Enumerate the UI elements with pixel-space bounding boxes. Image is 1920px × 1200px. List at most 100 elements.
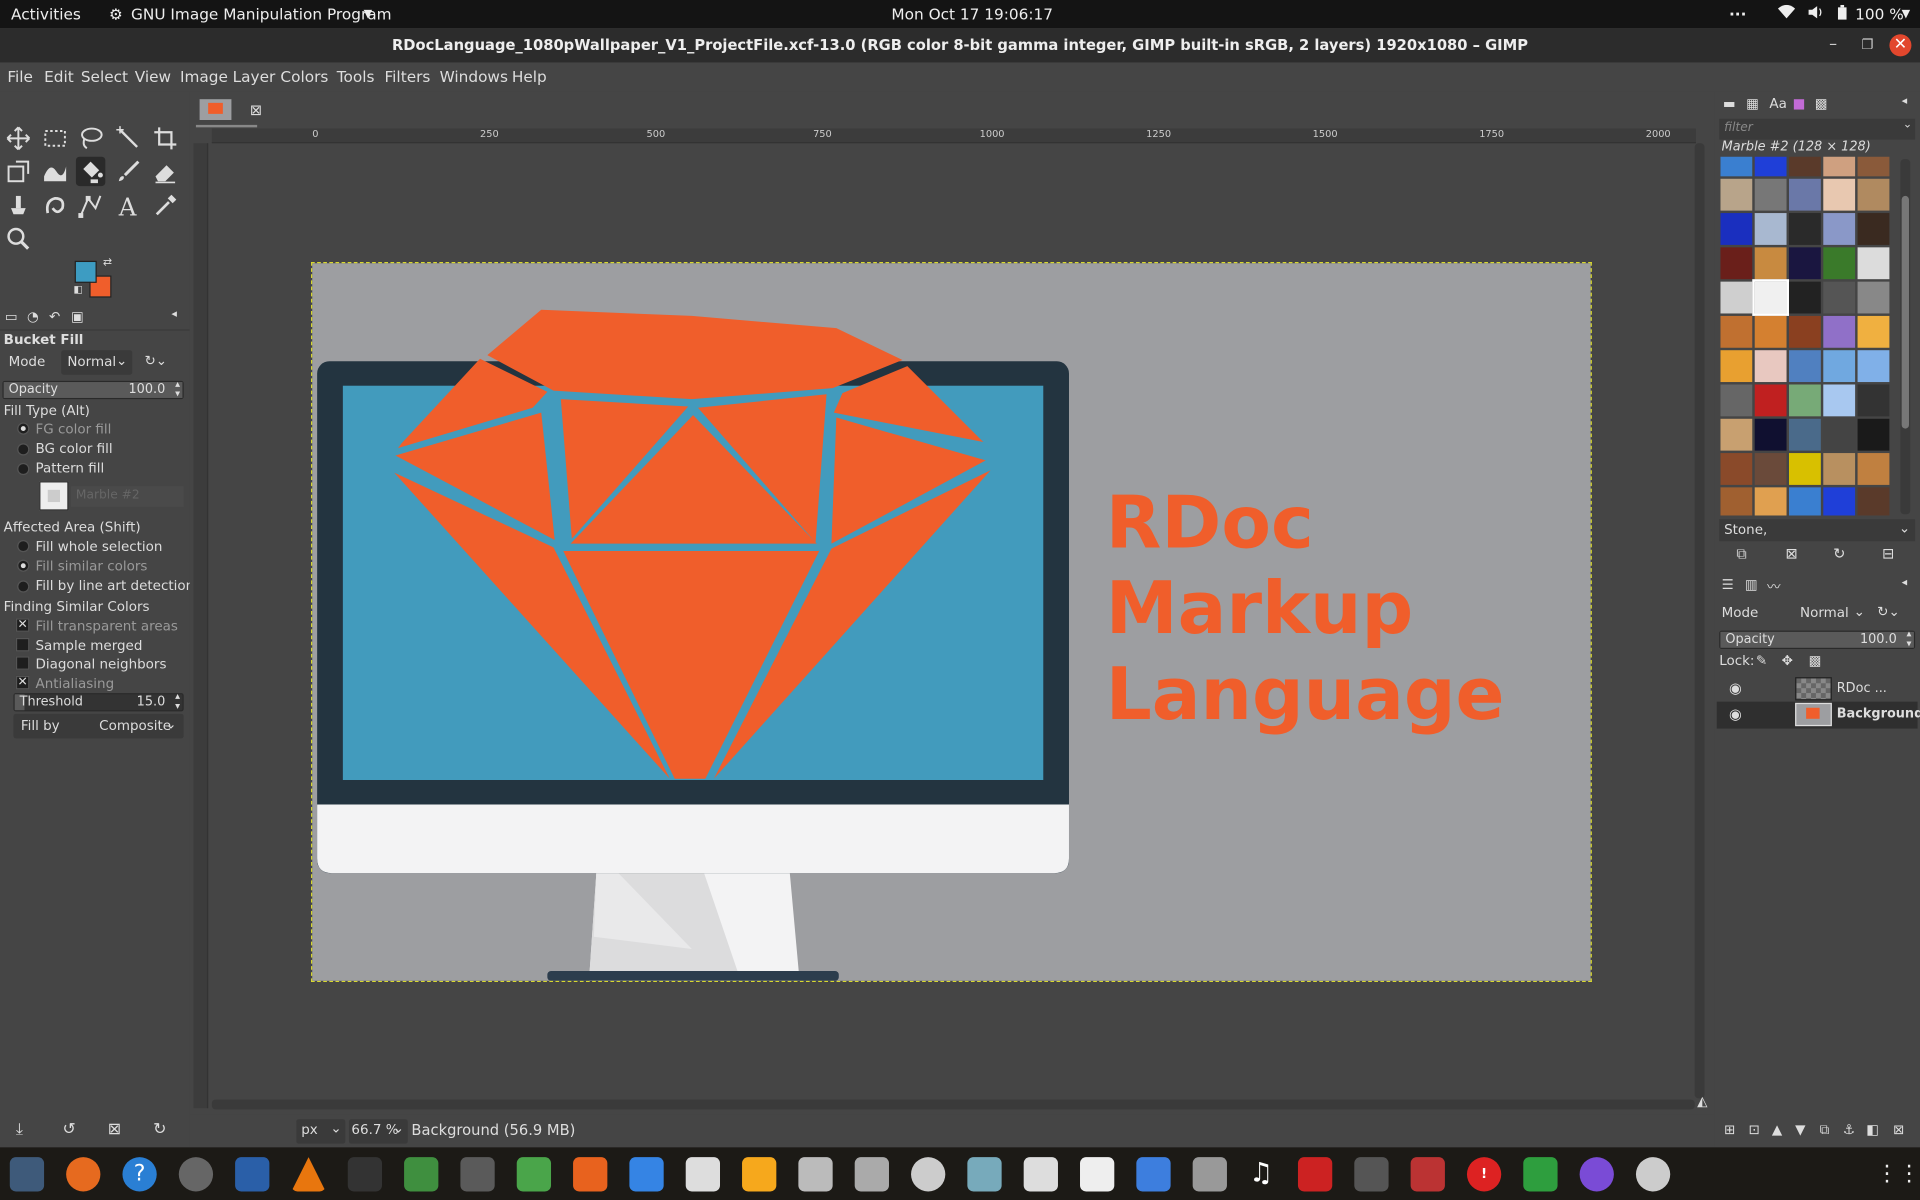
navigate-icon[interactable]: ◭ [1697,1093,1707,1109]
volume-icon[interactable] [1807,5,1824,23]
images-tab-icon[interactable]: ▣ [71,309,84,325]
pattern-swatch[interactable] [1788,453,1821,485]
chevron-down-icon[interactable]: ⌄ [1903,119,1912,131]
pattern-swatch[interactable] [1720,315,1753,348]
channels-tab-icon[interactable]: ▥ [1745,577,1758,593]
pattern-swatch[interactable] [1720,384,1753,417]
graph-icon[interactable] [685,1157,721,1192]
mode-select[interactable]: Normal ⌄ [61,350,133,375]
menu-image[interactable]: Image [180,67,228,85]
default-colors-icon[interactable]: ◧ [73,284,82,295]
fill-transparent-checkbox[interactable]: ✕ [15,618,30,632]
text-editor-icon[interactable] [629,1157,664,1192]
pattern-swatch[interactable] [1857,418,1890,451]
open-pattern-icon[interactable]: ⊟ [1882,545,1894,562]
dock-menu-icon[interactable]: ◂ [171,309,177,321]
menu-help[interactable]: Help [512,67,547,85]
menu-select[interactable]: Select [81,67,128,85]
visibility-eye-icon[interactable]: ◉ [1729,705,1742,722]
swap-colors-icon[interactable]: ⇄ [103,257,112,269]
vim-icon[interactable] [404,1157,439,1192]
dock-menu-icon[interactable]: ◂ [1902,577,1908,589]
reset-options-icon[interactable]: ↻ [153,1120,166,1138]
pattern-swatch[interactable] [1720,418,1753,451]
rect-select-tool-icon[interactable] [40,124,69,153]
layer-composite-icon[interactable]: ↻⌄ [1877,604,1900,620]
fg-fill-radio[interactable] [17,422,30,435]
game-icon[interactable] [1410,1157,1445,1192]
screenshot-icon[interactable] [460,1157,495,1192]
clone-tool-icon[interactable] [4,191,33,220]
palettes-tab-icon[interactable]: ▩ [1815,96,1828,112]
help-icon[interactable]: ? [122,1157,157,1192]
app-menu-button[interactable]: GNU Image Manipulation Program [131,5,392,23]
pattern-swatch[interactable] [1788,281,1821,314]
antialiasing-checkbox[interactable]: ✕ [15,675,30,690]
pattern-fill-radio[interactable] [17,462,30,476]
duplicate-layer-icon[interactable]: ⧉ [1820,1122,1830,1139]
pattern-swatch[interactable] [1754,247,1787,280]
menu-colors[interactable]: Colors [280,67,328,85]
pattern-swatch[interactable] [1857,156,1890,177]
paths-tab-icon[interactable]: 〰 [1767,577,1780,597]
pattern-swatch[interactable] [1788,178,1821,211]
delete-layer-icon[interactable]: ⊠ [1893,1122,1904,1138]
pattern-swatch[interactable] [1823,418,1856,451]
archive-icon[interactable] [1192,1157,1227,1192]
pattern-swatch[interactable] [1754,315,1787,348]
pattern-swatch[interactable] [1754,213,1787,245]
pattern-swatch[interactable] [1823,315,1856,348]
crop-tool-icon[interactable] [151,124,180,153]
pattern-swatch[interactable] [1754,350,1787,383]
maximize-icon[interactable]: ❐ [1856,34,1878,56]
zoom-select[interactable]: 66.7 % ⌄ [348,1119,408,1144]
menu-view[interactable]: View [135,67,171,85]
smudge-tool-icon[interactable] [40,191,69,220]
system-monitor-icon[interactable] [9,1157,45,1192]
fill-whole-selection-radio[interactable] [17,540,30,553]
menu-edit[interactable]: Edit [44,67,74,85]
close-window-icon[interactable]: ✕ [1889,34,1912,57]
disk-icon[interactable] [911,1157,946,1192]
menu-layer[interactable]: Layer [233,67,276,85]
pattern-swatch[interactable] [1823,281,1856,314]
menu-windows[interactable]: Windows [440,67,508,85]
new-group-icon[interactable]: ⊡ [1749,1122,1760,1138]
tool-options-tab-icon[interactable]: ▭ [5,309,18,325]
save-options-icon[interactable]: ⤓ [16,1120,23,1138]
mask-layer-icon[interactable]: ◧ [1866,1122,1879,1138]
show-apps-icon[interactable]: ⋮⋮⋮ [1876,1157,1920,1191]
calendar-icon[interactable] [1023,1157,1058,1192]
image-canvas[interactable]: RDoc Markup Language [311,262,1592,983]
pattern-swatch[interactable] [1754,453,1787,485]
inkscape-icon[interactable] [967,1157,1002,1192]
pattern-swatch[interactable] [1788,213,1821,245]
raise-layer-icon[interactable]: ▲ [1772,1122,1782,1138]
pattern-swatch[interactable] [1720,487,1753,516]
color-picker-tool-icon[interactable] [151,191,180,220]
layer-mode-select[interactable]: Normal ⌄ [1795,601,1868,625]
pattern-tag-field[interactable]: Stone, ⌄ [1719,519,1916,542]
vlc-icon[interactable] [291,1157,326,1192]
duplicate-pattern-icon[interactable]: ⧉ [1736,545,1747,563]
gradients-tab-icon[interactable]: ■ [1793,96,1806,112]
pattern-swatch[interactable] [1857,281,1890,314]
device-status-tab-icon[interactable]: ◔ [27,309,39,325]
opacity-slider[interactable]: Opacity 100.0 ▴ ▾ [2,379,184,400]
fill-similar-colors-radio[interactable] [17,559,30,572]
lower-layer-icon[interactable]: ▼ [1795,1122,1805,1138]
delete-pattern-icon[interactable]: ⊠ [1785,545,1797,562]
pattern-swatch[interactable] [1754,487,1787,516]
image-tab[interactable]: ⊠ [195,96,262,128]
spreadsheet-icon[interactable] [1523,1157,1558,1192]
pattern-swatch[interactable] [1857,213,1890,245]
layer-row[interactable]: ◉ RDoc ... [1717,676,1918,702]
lock-position-icon[interactable]: ✥ [1782,653,1793,669]
brushes-tab-icon[interactable]: ▬ [1723,96,1736,112]
pattern-swatch[interactable] [1857,453,1890,485]
threshold-slider[interactable]: Threshold 15.0 ▴ ▾ [13,691,184,712]
close-tab-icon[interactable]: ⊠ [250,102,262,119]
ubuntu-store-icon[interactable] [1635,1157,1671,1192]
lasso-tool-icon[interactable] [76,124,105,153]
document-viewer-icon[interactable] [798,1157,833,1192]
